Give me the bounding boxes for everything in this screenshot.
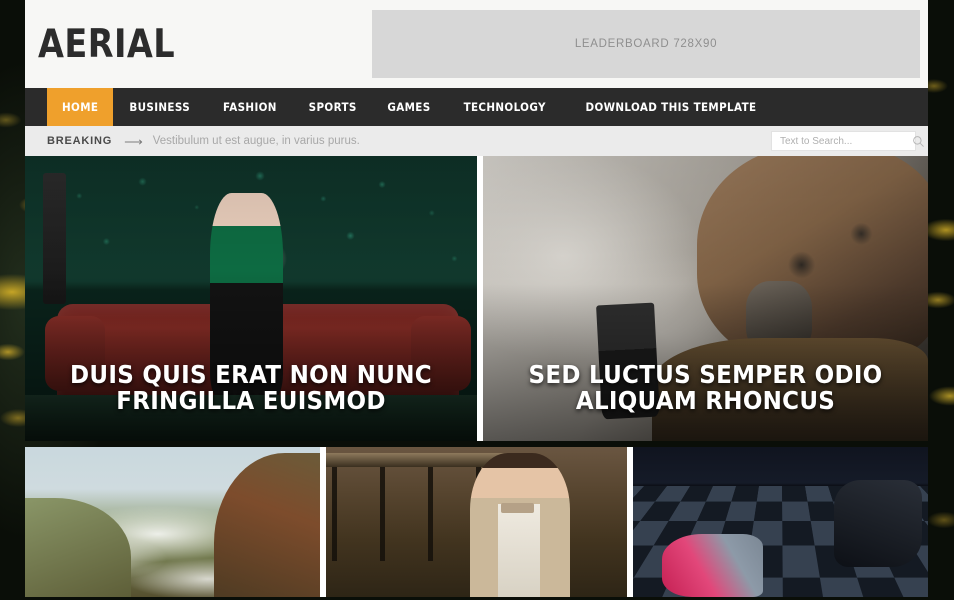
nav-label-sports: SPORTS [308,100,357,114]
nav-item-games[interactable]: GAMES [372,88,446,126]
search-input[interactable] [780,135,912,147]
breaking-headline[interactable]: Vestibulum ut est augue, in varius purus… [153,135,360,147]
breaking-news-bar: BREAKING ⟶ Vestibulum ut est augue, in v… [25,126,928,156]
nav-item-download-this-template[interactable]: DOWNLOAD THIS TEMPLATE [563,88,779,126]
thumbnail-post-1-image [25,447,321,597]
featured-posts-grid: DUIS QUIS ERAT NON NUNC FRINGILLA EUISMO… [25,156,928,441]
nav-label-fashion: FASHION [222,100,277,114]
decor-shirt [497,504,540,597]
thumbnail-post-3[interactable] [632,447,928,597]
decor-figure-dark [833,480,923,567]
nav-label-technology: TECHNOLOGY [463,100,546,114]
nav-item-fashion[interactable]: FASHION [207,88,293,126]
nav-item-technology[interactable]: TECHNOLOGY [446,88,563,126]
decor-ridge-right [213,453,321,597]
nav-item-home[interactable]: HOME [47,88,114,126]
nav-label-home: HOME [62,100,99,114]
breaking-label: BREAKING [47,135,113,147]
leaderboard-ad-label: LEADERBOARD 728X90 [574,38,718,50]
featured-post-2-title[interactable]: SED LUCTUS SEMPER ODIO ALIQUAM RHONCUS [501,362,910,413]
nav-item-sports[interactable]: SPORTS [293,88,372,126]
thumbnail-post-1[interactable] [25,447,321,597]
featured-post-2[interactable]: SED LUCTUS SEMPER ODIO ALIQUAM RHONCUS [483,156,928,441]
decor-ridge-left [25,498,132,597]
main-navigation: HOME BUSINESS FASHION SPORTS GAMES TECHN… [25,88,928,126]
nav-item-business[interactable]: BUSINESS [113,88,206,126]
thumbnail-post-2-image [326,447,627,597]
nav-label-download-this-template: DOWNLOAD THIS TEMPLATE [585,100,757,114]
nav-label-business: BUSINESS [129,100,191,114]
featured-post-1[interactable]: DUIS QUIS ERAT NON NUNC FRINGILLA EUISMO… [25,156,477,441]
site-header: AERIAL LEADERBOARD 728X90 [25,0,928,88]
nav-label-games: GAMES [387,100,431,114]
decor-figure-pink [662,534,763,597]
decor-bowtie [500,502,534,513]
site-logo[interactable]: AERIAL [38,25,175,64]
thumbnail-post-2[interactable] [326,447,627,597]
search-icon[interactable] [912,135,925,148]
leaderboard-ad[interactable]: LEADERBOARD 728X90 [372,10,920,78]
thumbnail-post-3-image [632,447,928,597]
thumbnail-row [25,447,928,597]
arrow-right-icon: ⟶ [124,133,143,149]
site-wrapper: AERIAL LEADERBOARD 728X90 HOME BUSINESS … [25,0,928,600]
search-box[interactable] [771,131,924,151]
featured-post-1-title[interactable]: DUIS QUIS ERAT NON NUNC FRINGILLA EUISMO… [43,362,459,413]
